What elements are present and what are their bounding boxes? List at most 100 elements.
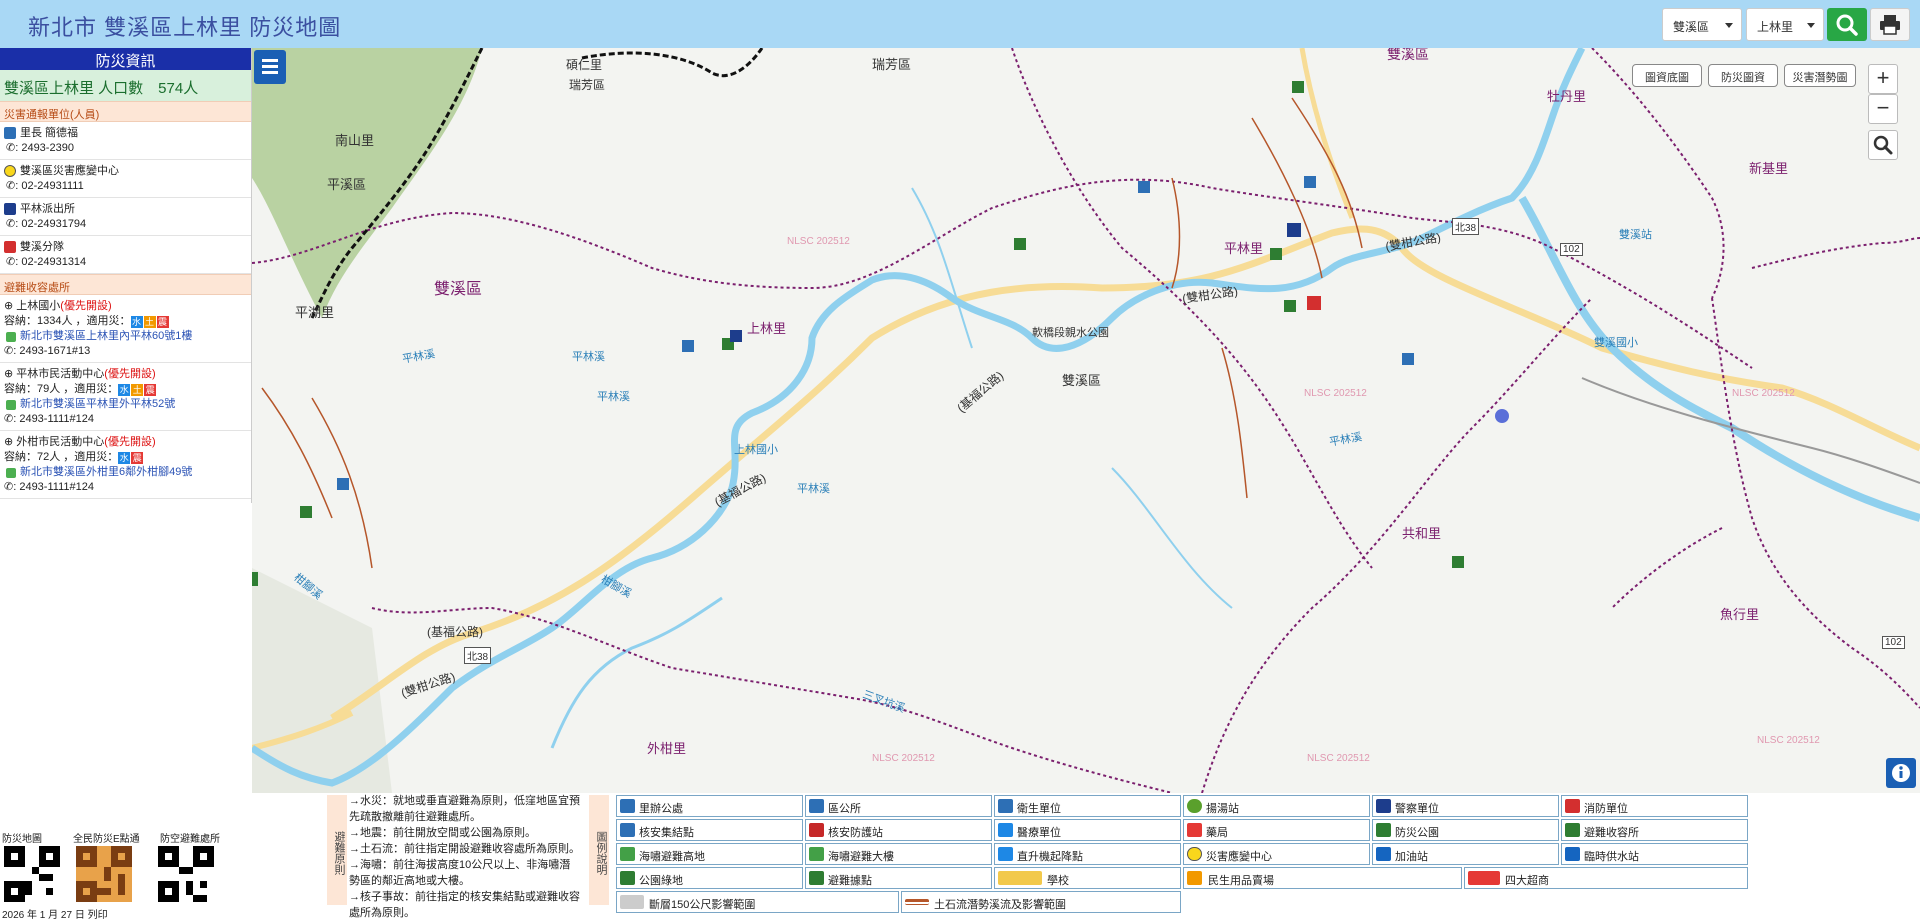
village-office-marker[interactable] xyxy=(1402,353,1414,365)
rule-item: →水災：就地或垂直避難為原則，低窪地區宜預先疏散撤離前往避難處所。 xyxy=(349,795,580,823)
sidebar: 防災資訊 雙溪區上林里 人口數 574人 災害通報單位(人員) 里長 簡德福 ✆… xyxy=(0,48,252,503)
police-marker[interactable] xyxy=(1287,223,1301,237)
contact-police[interactable]: 平林派出所 ✆: 02-24931794 xyxy=(0,198,251,236)
map-layer[interactable] xyxy=(252,48,1920,793)
fire-station-marker[interactable] xyxy=(1307,296,1321,310)
legend-item: 四大超商 xyxy=(1464,867,1748,889)
contact-name: 雙溪分隊 xyxy=(20,241,64,253)
earthquake-icon: 土 xyxy=(143,316,156,328)
qr-label: 防災地圖 xyxy=(2,834,42,845)
map-search-button[interactable] xyxy=(1868,130,1898,160)
zoom-out-button[interactable]: − xyxy=(1868,94,1898,124)
school-label: 上林國小 xyxy=(734,444,778,456)
shelter-item[interactable]: ⊕ 上林國小(優先開設) 容納：1334人 ，適用災：水土震 新北市雙溪區上林里… xyxy=(0,295,251,363)
qr-code-icon[interactable] xyxy=(4,846,60,902)
nlsc-watermark: NLSC 202512 xyxy=(1757,735,1820,746)
legend-item: 災害應變中心 xyxy=(1183,843,1370,865)
contact-fire[interactable]: 雙溪分隊 ✆: 02-24931314 xyxy=(0,236,251,274)
district-label: 平溪區 xyxy=(327,177,367,192)
village-label: 魚行里 xyxy=(1720,607,1760,622)
hazard-map-button[interactable]: 災害潛勢圖 xyxy=(1784,64,1856,87)
legend-label: 避難收容所 xyxy=(1584,827,1639,839)
village-office-marker[interactable] xyxy=(1138,181,1150,193)
shelter-address[interactable]: 新北市雙溪區平林里外平林52號 xyxy=(4,397,251,412)
legend-item: 海嘯避難高地 xyxy=(616,843,803,865)
shelter-capacity: 容納：79人 ，適用災： xyxy=(4,383,119,395)
debris-flow-icon xyxy=(905,899,929,905)
medical-icon xyxy=(998,823,1013,837)
health-unit-icon xyxy=(998,799,1013,813)
gas-station-marker[interactable] xyxy=(1495,409,1509,423)
district-label: 雙溪區 xyxy=(1062,373,1102,388)
shelter-item[interactable]: ⊕ 外柑市民活動中心(優先開設) 容納：72人 ，適用災：水震 新北市雙溪區外柑… xyxy=(0,431,251,499)
contact-eoc[interactable]: 雙溪區災害應變中心 ✆: 02-24931111 xyxy=(0,160,251,198)
shelter-marker[interactable] xyxy=(1014,238,1026,250)
legend-label: 核安防護站 xyxy=(828,827,883,839)
shelter-address[interactable]: 新北市雙溪區外柑里6鄰外柑腳49號 xyxy=(4,465,251,480)
legend-item: 臨時供水站 xyxy=(1561,843,1748,865)
qr-label: 防空避難處所 xyxy=(160,834,220,845)
qr-code-icon[interactable] xyxy=(158,846,214,902)
shelter-marker[interactable] xyxy=(1270,248,1282,260)
legend-item: 區公所 xyxy=(805,795,992,817)
debris-flow-stream xyxy=(1291,97,1363,249)
shelter-item[interactable]: ⊕ 平林市民活動中心(優先開設) 容納：79人 ，適用災：水土震 新北市雙溪區平… xyxy=(0,363,251,431)
shelter-phone: : 2493-1111#124 xyxy=(13,481,94,493)
print-date: 2026 年 1 月 27 日 列印 xyxy=(2,910,108,921)
shelter-name: 上林國小 xyxy=(16,300,61,312)
legend-label: 四大超商 xyxy=(1505,875,1549,887)
district-select[interactable]: 雙溪區 xyxy=(1662,8,1742,41)
search-button[interactable] xyxy=(1827,8,1867,41)
nlsc-watermark: NLSC 202512 xyxy=(787,236,850,247)
village-office-marker[interactable] xyxy=(337,478,349,490)
basemap-button[interactable]: 圖資底圖 xyxy=(1632,64,1702,87)
shelter-marker[interactable] xyxy=(300,506,312,518)
map-canvas[interactable]: 上林里 平林里 外柑里 共和里 南山里 平湖里 牡丹里 新基里 魚行里 碩仁里 … xyxy=(252,48,1920,793)
contacts-header: 災害通報單位(人員) xyxy=(0,101,251,122)
village-office-marker[interactable] xyxy=(682,340,694,352)
legend-label: 海嘯避難大樓 xyxy=(828,851,894,863)
legend-label: 防災公園 xyxy=(1395,827,1439,839)
legend-label: 區公所 xyxy=(828,803,861,815)
nlsc-watermark: NLSC 202512 xyxy=(872,753,935,764)
layer-menu-button[interactable] xyxy=(254,50,286,84)
legend-item: 斷層150公尺影響範圍 xyxy=(616,891,899,913)
print-button[interactable] xyxy=(1870,8,1910,41)
rule-item: →核子事故：前往指定的核安集結點或避難收容處所為原則。 xyxy=(349,891,580,919)
district-label: 雙溪區 xyxy=(434,281,483,298)
shelter-marker[interactable] xyxy=(1292,81,1304,93)
evacuation-rules: →水災：就地或垂直避難為原則，低窪地區宜預先疏散撤離前往避難處所。 →地震：前往… xyxy=(349,793,581,921)
legend-label: 直升機起降點 xyxy=(1017,851,1083,863)
search-icon xyxy=(1836,14,1858,36)
qr-code-icon[interactable] xyxy=(76,846,132,902)
debris-flow-stream xyxy=(261,387,333,519)
legend-item: 衛生單位 xyxy=(994,795,1181,817)
disaster-park-icon xyxy=(1376,823,1391,837)
village-office-marker[interactable] xyxy=(1304,176,1316,188)
police-marker[interactable] xyxy=(730,330,742,342)
contact-chief[interactable]: 里長 簡德福 ✆: 2493-2390 xyxy=(0,122,251,160)
rule-item: →地震：前往開放空間或公園為原則。 xyxy=(349,827,536,839)
debris-flow-stream xyxy=(1171,177,1181,289)
zoom-in-button[interactable]: + xyxy=(1868,64,1898,94)
shelter-marker[interactable] xyxy=(1284,300,1296,312)
legend-label: 斷層150公尺影響範圍 xyxy=(649,899,756,911)
village-select[interactable]: 上林里 xyxy=(1746,8,1824,41)
shelter-marker[interactable] xyxy=(1452,556,1464,568)
legend-label: 加油站 xyxy=(1395,851,1428,863)
flood-icon: 水 xyxy=(130,316,143,328)
village-label: 平湖里 xyxy=(295,305,335,320)
expand-icon: ⊕ xyxy=(4,300,14,312)
shelter-address[interactable]: 新北市雙溪區上林里內平林60號1樓 xyxy=(4,329,251,344)
landslide-icon: 震 xyxy=(156,316,169,328)
info-button[interactable] xyxy=(1886,758,1916,788)
route-shield: 102 xyxy=(1882,636,1905,649)
village-label: 上林里 xyxy=(747,321,787,336)
shelter-marker[interactable] xyxy=(252,572,258,586)
water-station-icon xyxy=(1187,799,1202,813)
disaster-data-button[interactable]: 防災圖資 xyxy=(1708,64,1778,87)
contact-phone: : 02-24931314 xyxy=(15,256,87,268)
rule-item: →土石流：前往指定開設避難收容處所為原則。 xyxy=(349,843,580,855)
info-icon xyxy=(1892,764,1910,782)
legend-item: 民生用品賣場 xyxy=(1183,867,1462,889)
